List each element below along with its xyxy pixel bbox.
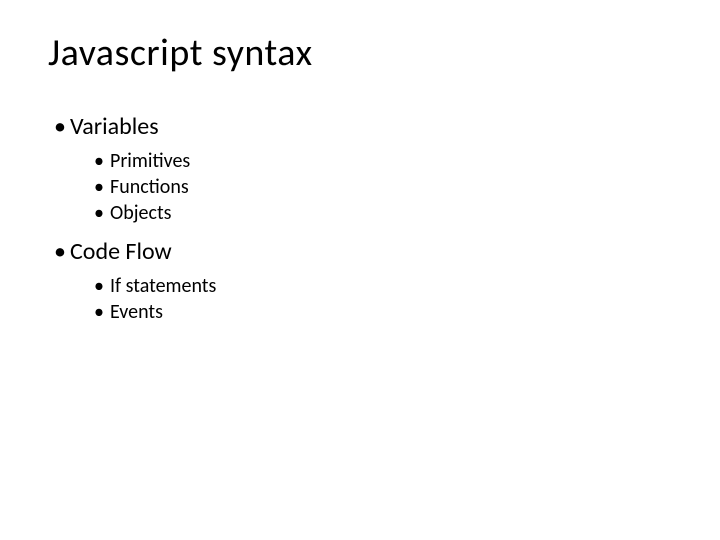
outline-item: Code Flow If statements Events <box>54 237 680 324</box>
outline-subitem: Events <box>94 300 680 324</box>
outline-sublist: If statements Events <box>70 274 680 324</box>
outline-item-label: Code Flow <box>70 237 172 266</box>
outline-subitem: Primitives <box>94 149 680 173</box>
outline-subitem: Objects <box>94 201 680 225</box>
outline-list: Variables Primitives Functions Objects C… <box>48 112 680 324</box>
slide-title: Javascript syntax <box>48 30 680 76</box>
outline-item: Variables Primitives Functions Objects <box>54 112 680 225</box>
outline-item-label: Variables <box>70 112 159 141</box>
outline-sublist: Primitives Functions Objects <box>70 149 680 225</box>
outline-subitem: If statements <box>94 274 680 298</box>
outline-subitem: Functions <box>94 175 680 199</box>
